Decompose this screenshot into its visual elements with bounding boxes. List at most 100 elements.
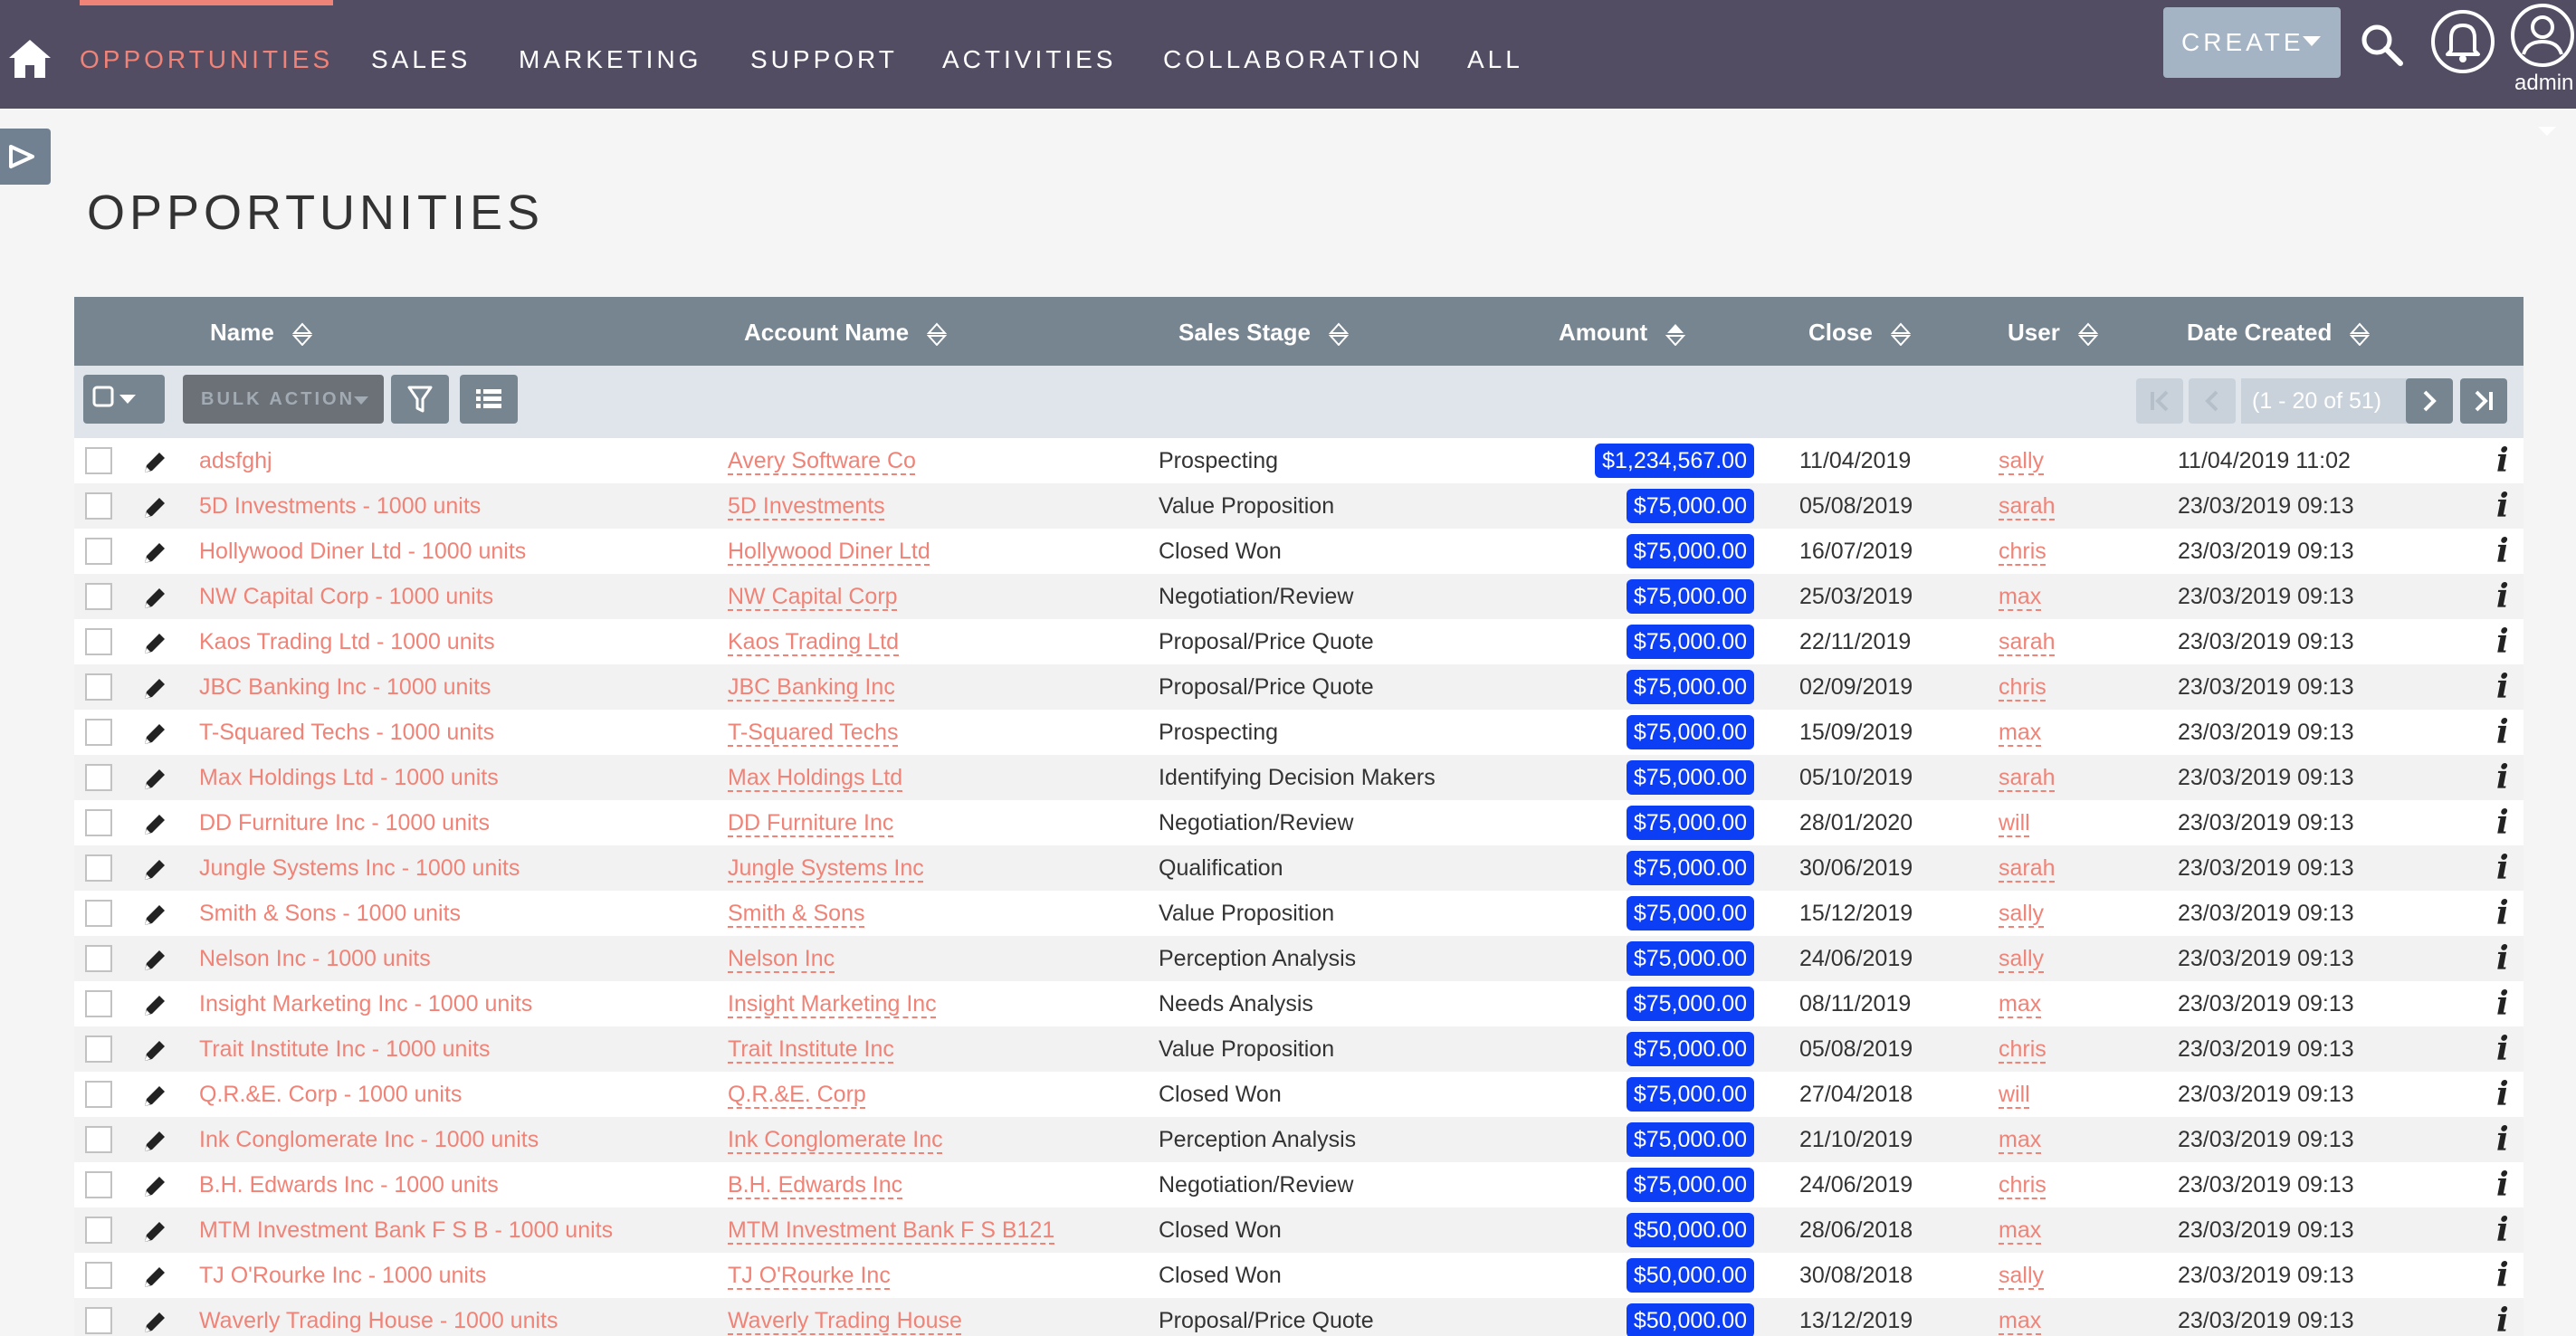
info-icon[interactable]: i <box>2496 981 2509 1026</box>
column-header-account[interactable]: Account Name <box>744 297 948 366</box>
info-icon[interactable]: i <box>2496 483 2509 529</box>
info-icon[interactable]: i <box>2496 1253 2509 1298</box>
assigned-user-link[interactable]: max <box>1999 1298 2041 1336</box>
assigned-user-link[interactable]: max <box>1999 710 2041 755</box>
assigned-user-link[interactable]: max <box>1999 1117 2041 1162</box>
close-date-value: 30/06/2019 <box>1799 855 1913 881</box>
search-icon[interactable] <box>2359 22 2404 67</box>
assigned-user-link[interactable]: will <box>1999 800 2030 845</box>
column-header-label: User <box>2008 319 2060 346</box>
column-header-user[interactable]: User <box>2008 297 2098 366</box>
amount-badge: $1,234,567.00 <box>1595 444 1754 478</box>
create-button-label: CREATE <box>2181 28 2304 56</box>
info-icon[interactable]: i <box>2496 529 2509 574</box>
sort-icon[interactable] <box>1328 322 1349 347</box>
info-icon[interactable]: i <box>2496 1026 2509 1072</box>
info-icon[interactable]: i <box>2496 891 2509 936</box>
nav-tab-support[interactable]: SUPPORT <box>750 0 898 109</box>
table-row: DD Furniture Inc - 1000 units DD Furnitu… <box>74 800 2524 845</box>
info-icon[interactable]: i <box>2496 574 2509 619</box>
amount-cell: $75,000.00 <box>74 936 1754 981</box>
amount-badge: $75,000.00 <box>1626 806 1754 840</box>
amount-badge: $50,000.00 <box>1626 1213 1754 1247</box>
sort-icon[interactable] <box>1890 322 1911 347</box>
table-row: Waverly Trading House - 1000 units Waver… <box>74 1298 2524 1336</box>
amount-badge: $75,000.00 <box>1626 941 1754 976</box>
bulk-action-button[interactable]: BULK ACTION <box>183 375 384 424</box>
close-date-value: 21/10/2019 <box>1799 1127 1913 1152</box>
date-created-value: 23/03/2019 09:13 <box>2178 720 2354 745</box>
info-icon[interactable]: i <box>2496 845 2509 891</box>
assigned-user-link[interactable]: sarah <box>1999 619 2056 664</box>
nav-tab-marketing[interactable]: MARKETING <box>519 0 701 109</box>
list-action-bar: BULK ACTION (1 - 20 of 51) <box>74 366 2524 438</box>
assigned-user-link[interactable]: chris <box>1999 1026 2046 1072</box>
sort-ascending-icon[interactable] <box>1665 322 1686 347</box>
sidebar-toggle-button[interactable] <box>0 129 51 185</box>
amount-badge: $75,000.00 <box>1626 1032 1754 1066</box>
info-icon[interactable]: i <box>2496 1298 2509 1336</box>
info-icon[interactable]: i <box>2496 710 2509 755</box>
assigned-user-link[interactable]: sally <box>1999 936 2044 981</box>
info-icon[interactable]: i <box>2496 664 2509 710</box>
info-icon[interactable]: i <box>2496 936 2509 981</box>
select-all-dropdown[interactable] <box>83 375 165 424</box>
assigned-user-link[interactable]: sarah <box>1999 483 2056 529</box>
nav-tab-sales[interactable]: SALES <box>371 0 471 109</box>
home-icon[interactable] <box>7 36 52 80</box>
sort-icon[interactable] <box>927 322 948 347</box>
first-page-button[interactable] <box>2136 378 2183 424</box>
assigned-user-link[interactable]: sarah <box>1999 755 2056 800</box>
info-icon[interactable]: i <box>2496 619 2509 664</box>
amount-badge: $75,000.00 <box>1626 987 1754 1021</box>
sort-icon[interactable] <box>2350 322 2371 347</box>
previous-page-button[interactable] <box>2189 378 2236 424</box>
nav-tab-opportunities[interactable]: OPPORTUNITIES <box>80 0 334 109</box>
list-icon <box>476 389 501 408</box>
assigned-user-link[interactable]: sally <box>1999 438 2044 483</box>
sort-icon[interactable] <box>291 322 312 347</box>
chevron-down-icon[interactable] <box>2538 127 2556 136</box>
filter-button[interactable] <box>391 375 449 424</box>
assigned-user-link[interactable]: sally <box>1999 891 2044 936</box>
user-name-label[interactable]: admin <box>2514 71 2573 96</box>
date-created-value: 23/03/2019 09:13 <box>2178 674 2354 700</box>
bell-icon[interactable] <box>2429 5 2496 78</box>
user-avatar-icon[interactable] <box>2509 2 2576 69</box>
info-icon[interactable]: i <box>2496 1162 2509 1207</box>
column-chooser-button[interactable] <box>460 375 518 424</box>
assigned-user-link[interactable]: max <box>1999 574 2041 619</box>
close-date-value: 30/08/2018 <box>1799 1263 1913 1288</box>
assigned-user-link[interactable]: chris <box>1999 1162 2046 1207</box>
info-icon[interactable]: i <box>2496 438 2509 483</box>
last-page-button[interactable] <box>2460 378 2507 424</box>
assigned-user-link[interactable]: will <box>1999 1072 2030 1117</box>
next-page-button[interactable] <box>2406 378 2453 424</box>
column-header-close[interactable]: Close <box>1808 297 1911 366</box>
assigned-user-link[interactable]: chris <box>1999 664 2046 710</box>
amount-badge: $75,000.00 <box>1626 1077 1754 1112</box>
assigned-user-link[interactable]: chris <box>1999 529 2046 574</box>
assigned-user-link[interactable]: max <box>1999 1207 2041 1253</box>
create-button[interactable]: CREATE <box>2163 7 2341 78</box>
column-header-name[interactable]: Name <box>210 297 312 366</box>
column-header-date-created[interactable]: Date Created <box>2187 297 2371 366</box>
info-icon[interactable]: i <box>2496 755 2509 800</box>
nav-tab-activities[interactable]: ACTIVITIES <box>942 0 1116 109</box>
first-page-icon <box>2151 390 2169 412</box>
assigned-user-link[interactable]: sally <box>1999 1253 2044 1298</box>
column-header-sales-stage[interactable]: Sales Stage <box>1178 297 1349 366</box>
info-icon[interactable]: i <box>2496 800 2509 845</box>
bulk-action-label: BULK ACTION <box>201 389 356 409</box>
info-icon[interactable]: i <box>2496 1072 2509 1117</box>
nav-tab-collaboration[interactable]: COLLABORATION <box>1163 0 1424 109</box>
assigned-user-link[interactable]: sarah <box>1999 845 2056 891</box>
amount-badge: $75,000.00 <box>1626 896 1754 930</box>
info-icon[interactable]: i <box>2496 1117 2509 1162</box>
sort-icon[interactable] <box>2077 322 2098 347</box>
amount-badge: $75,000.00 <box>1626 579 1754 614</box>
nav-tab-all[interactable]: ALL <box>1467 0 1523 109</box>
column-header-amount[interactable]: Amount <box>1559 297 1686 366</box>
info-icon[interactable]: i <box>2496 1207 2509 1253</box>
assigned-user-link[interactable]: max <box>1999 981 2041 1026</box>
